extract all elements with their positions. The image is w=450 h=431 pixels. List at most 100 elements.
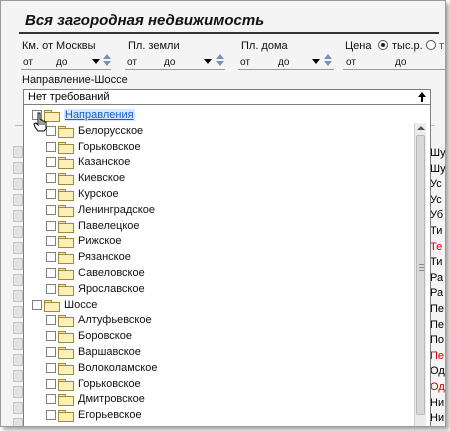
land-dropdown-arrow-icon[interactable] bbox=[204, 59, 212, 64]
table-cell-fragment: Од bbox=[430, 365, 445, 378]
row-checkbox[interactable] bbox=[13, 338, 23, 350]
checkbox[interactable] bbox=[46, 268, 56, 278]
tree-item-direction[interactable]: Савеловское bbox=[46, 265, 145, 281]
tree-item-label: Волоколамское bbox=[78, 361, 158, 374]
direction-tree[interactable]: Направления Белорусское Горьковское Казанск… bbox=[23, 105, 431, 426]
km-from-input[interactable]: от bbox=[23, 57, 33, 68]
tree-item-label: Павелецкое bbox=[78, 219, 140, 232]
checkbox[interactable] bbox=[46, 157, 56, 168]
row-checkbox[interactable] bbox=[13, 146, 23, 158]
row-checkbox[interactable] bbox=[13, 226, 23, 238]
tree-item-highway[interactable]: Дмитровское bbox=[46, 391, 145, 407]
tree-item-direction[interactable]: Казанское bbox=[46, 154, 130, 170]
row-checkbox[interactable] bbox=[13, 258, 23, 270]
tree-item-label: Алтуфьевское bbox=[78, 314, 152, 327]
direction-dropdown-value: Нет требований bbox=[28, 91, 110, 103]
tree-item-direction[interactable]: Рижское bbox=[46, 233, 122, 249]
tree-item-highway[interactable]: Боровское bbox=[46, 328, 132, 344]
checkbox[interactable] bbox=[46, 252, 56, 263]
row-checkbox[interactable] bbox=[13, 370, 23, 382]
checkbox[interactable] bbox=[46, 378, 56, 389]
row-checkbox[interactable] bbox=[13, 290, 23, 302]
tree-item-highway[interactable]: Алтуфьевское bbox=[46, 312, 152, 328]
tree-item-direction[interactable]: Рязанское bbox=[46, 249, 131, 265]
checkbox[interactable] bbox=[32, 299, 42, 310]
folder-icon bbox=[58, 173, 74, 186]
house-to-input[interactable]: до bbox=[278, 57, 289, 68]
house-underline bbox=[238, 69, 334, 70]
checkbox[interactable] bbox=[46, 220, 56, 231]
checkbox[interactable] bbox=[46, 204, 56, 215]
land-spinner[interactable] bbox=[216, 54, 225, 68]
checkbox[interactable] bbox=[46, 331, 56, 342]
tree-node-directions[interactable]: Направления bbox=[32, 107, 135, 123]
km-dropdown-arrow-icon[interactable] bbox=[92, 59, 100, 64]
tree-item-highway[interactable]: Горьковское bbox=[46, 376, 141, 392]
km-to-input[interactable]: до bbox=[56, 57, 67, 68]
land-area-label: Пл. земли bbox=[128, 40, 180, 52]
price-unit-radio-selected[interactable] bbox=[378, 40, 388, 50]
row-checkbox[interactable] bbox=[13, 418, 23, 426]
row-checkbox[interactable] bbox=[13, 194, 23, 206]
row-checkbox[interactable] bbox=[13, 274, 23, 286]
folder-icon bbox=[58, 315, 74, 328]
tree-item-highway[interactable]: Волоколамское bbox=[46, 360, 157, 376]
tree-item-direction[interactable]: Курское bbox=[46, 186, 119, 202]
tree-item-label: Горьковское bbox=[78, 140, 141, 153]
land-from-input[interactable]: от bbox=[127, 57, 137, 68]
folder-icon bbox=[58, 283, 74, 296]
row-checkbox[interactable] bbox=[13, 354, 23, 366]
page-title: Вся загородная недвижимость bbox=[25, 12, 265, 29]
direction-dropdown[interactable]: Нет требований bbox=[23, 89, 431, 105]
price-underline bbox=[343, 69, 445, 70]
tree-item-direction[interactable]: Павелецкое bbox=[46, 218, 140, 234]
tree-node-highways[interactable]: Шоссе bbox=[32, 297, 97, 313]
row-checkbox[interactable] bbox=[13, 386, 23, 398]
price-to-input[interactable]: до bbox=[395, 57, 406, 68]
checkbox[interactable] bbox=[46, 394, 56, 405]
scroll-up-arrow-icon[interactable] bbox=[417, 126, 425, 130]
row-checkbox[interactable] bbox=[13, 322, 23, 334]
row-checkbox[interactable] bbox=[13, 402, 23, 414]
tree-item-highway[interactable]: Егорьевское bbox=[46, 407, 142, 423]
checkbox[interactable] bbox=[46, 236, 56, 247]
checkbox[interactable] bbox=[46, 315, 56, 326]
tree-item-direction[interactable]: Ярославское bbox=[46, 281, 145, 297]
row-checkbox[interactable] bbox=[13, 210, 23, 222]
house-dropdown-arrow-icon[interactable] bbox=[312, 59, 320, 64]
tree-item-highway[interactable]: Варшавское bbox=[46, 344, 141, 360]
tree-item-direction[interactable]: Белорусское bbox=[46, 123, 143, 139]
house-spinner[interactable] bbox=[324, 54, 333, 68]
collapse-arrow-icon[interactable] bbox=[416, 92, 428, 102]
row-checkbox[interactable] bbox=[13, 242, 23, 254]
folder-icon bbox=[58, 347, 74, 359]
table-cell-fragment: Ни bbox=[430, 396, 445, 412]
checkbox[interactable] bbox=[46, 189, 56, 199]
checkbox[interactable] bbox=[46, 141, 56, 152]
table-cell-fragment: Ра bbox=[430, 271, 444, 284]
price-unit-radio-other[interactable] bbox=[426, 40, 436, 50]
house-from-input[interactable]: от bbox=[240, 57, 250, 68]
checkbox[interactable] bbox=[46, 410, 56, 421]
checkbox[interactable] bbox=[46, 125, 56, 136]
table-cell-fragment: Ни bbox=[430, 411, 445, 426]
table-cell-fragment: Пе bbox=[430, 349, 445, 362]
folder-icon bbox=[58, 125, 74, 138]
tree-item-direction[interactable]: Горьковское bbox=[46, 139, 141, 155]
checkbox[interactable] bbox=[46, 283, 56, 294]
km-spinner[interactable] bbox=[103, 54, 112, 68]
land-to-input[interactable]: до bbox=[164, 57, 175, 68]
tree-scrollbar[interactable] bbox=[414, 123, 426, 426]
scroll-thumb[interactable] bbox=[416, 135, 425, 415]
checkbox[interactable] bbox=[46, 362, 56, 373]
row-checkbox[interactable] bbox=[13, 178, 23, 190]
tree-item-label: Направления bbox=[64, 109, 135, 121]
folder-icon bbox=[58, 157, 74, 170]
row-checkbox[interactable] bbox=[13, 306, 23, 318]
tree-item-direction[interactable]: Ленинградское bbox=[46, 202, 155, 218]
checkbox[interactable] bbox=[46, 173, 56, 184]
row-checkbox[interactable] bbox=[13, 162, 23, 174]
checkbox[interactable] bbox=[46, 347, 56, 357]
price-from-input[interactable]: от bbox=[346, 57, 356, 68]
tree-item-direction[interactable]: Киевское bbox=[46, 170, 125, 186]
